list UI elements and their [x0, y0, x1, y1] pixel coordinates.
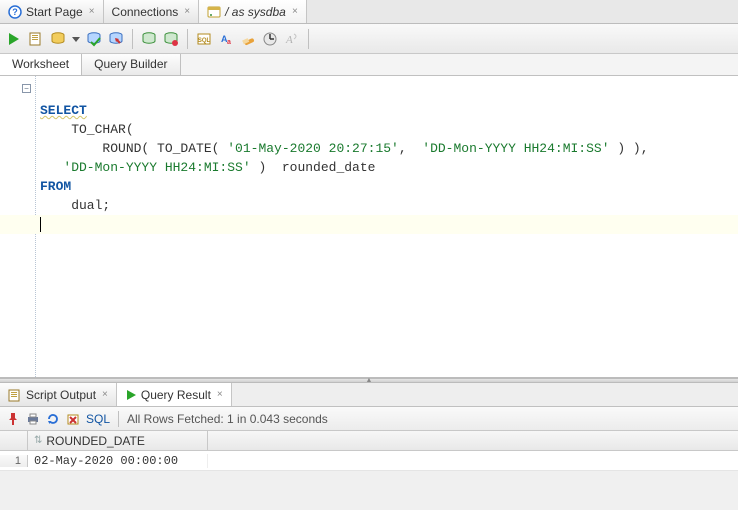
separator	[308, 29, 309, 49]
keyword: FROM	[40, 179, 71, 194]
dropdown-icon[interactable]	[72, 31, 80, 47]
worksheet-sub-tabs: Worksheet Query Builder	[0, 54, 738, 76]
svg-text:?: ?	[12, 7, 18, 17]
tab-label: Connections	[112, 5, 179, 19]
rollback-button[interactable]	[108, 31, 124, 47]
code-text: ROUND( TO_DATE(	[40, 141, 227, 156]
help-icon: ?	[8, 5, 22, 19]
result-tab-bar: Script Output × Query Result ×	[0, 383, 738, 407]
tab-script-output[interactable]: Script Output ×	[0, 383, 117, 406]
code-text: ) ),	[610, 141, 649, 156]
script-output-icon	[8, 388, 22, 402]
close-icon[interactable]: ×	[89, 6, 95, 17]
string-literal: 'DD-Mon-YYYY HH24:MI:SS'	[40, 160, 251, 175]
close-icon[interactable]: ×	[217, 389, 223, 400]
pin-button[interactable]	[6, 412, 20, 426]
sql-tuning-button[interactable]	[262, 31, 278, 47]
tab-label: Query Result	[141, 388, 211, 402]
tab-connections[interactable]: Connections ×	[104, 0, 200, 23]
separator	[132, 29, 133, 49]
sql-link[interactable]: SQL	[86, 412, 110, 426]
refresh-button[interactable]	[46, 412, 60, 426]
column-header[interactable]: ⇅ ROUNDED_DATE	[28, 431, 208, 450]
editor-toolbar: SQL Aa A	[0, 24, 738, 54]
keyword: SELECT	[40, 103, 87, 118]
run-script-button[interactable]	[28, 31, 44, 47]
cell-value[interactable]: 02-May-2020 00:00:00	[28, 454, 208, 468]
play-icon	[125, 389, 137, 401]
format-button[interactable]: A	[284, 31, 300, 47]
string-literal: '01-May-2020 20:27:15'	[227, 141, 399, 156]
run-button[interactable]	[6, 31, 22, 47]
sub-tab-query-builder[interactable]: Query Builder	[82, 54, 180, 75]
row-number: 1	[0, 455, 28, 467]
svg-text:SQL: SQL	[198, 38, 211, 44]
sort-icon: ⇅	[34, 435, 42, 446]
code-text: TO_CHAR(	[40, 122, 134, 137]
close-icon[interactable]: ×	[292, 6, 298, 17]
svg-text:A: A	[285, 34, 293, 46]
close-icon[interactable]: ×	[102, 389, 108, 400]
to-upper-lower-button[interactable]: Aa	[218, 31, 234, 47]
string-literal: 'DD-Mon-YYYY HH24:MI:SS'	[422, 141, 609, 156]
text-caret	[40, 217, 41, 232]
tab-label: / as sysdba	[225, 5, 286, 19]
sql-editor[interactable]: − SELECT TO_CHAR( ROUND( TO_DATE( '01-Ma…	[0, 76, 738, 378]
print-button[interactable]	[26, 412, 40, 426]
tab-as-sysdba[interactable]: / as sysdba ×	[199, 0, 307, 23]
tab-query-result[interactable]: Query Result ×	[117, 383, 232, 406]
code-area[interactable]: SELECT TO_CHAR( ROUND( TO_DATE( '01-May-…	[40, 82, 734, 234]
code-text: ,	[399, 141, 422, 156]
sql-history-button[interactable]: SQL	[196, 31, 212, 47]
result-grid: ⇅ ROUNDED_DATE 1 02-May-2020 00:00:00	[0, 431, 738, 471]
top-tab-bar: ? Start Page × Connections × / as sysdba…	[0, 0, 738, 24]
code-text: dual;	[40, 198, 110, 213]
status-text: All Rows Fetched: 1 in 0.043 seconds	[127, 412, 328, 426]
delete-button[interactable]	[66, 412, 80, 426]
clear-button[interactable]	[240, 31, 256, 47]
tab-label: Script Output	[26, 388, 96, 402]
column-label: ROUNDED_DATE	[46, 434, 144, 448]
commit-button[interactable]	[86, 31, 102, 47]
grid-header-row: ⇅ ROUNDED_DATE	[0, 431, 738, 451]
separator	[118, 411, 119, 427]
result-toolbar: SQL All Rows Fetched: 1 in 0.043 seconds	[0, 407, 738, 431]
svg-text:a: a	[227, 39, 231, 46]
unshared-worksheet-button[interactable]	[141, 31, 157, 47]
sub-tab-worksheet[interactable]: Worksheet	[0, 54, 82, 75]
explain-plan-button[interactable]	[50, 31, 66, 47]
table-row[interactable]: 1 02-May-2020 00:00:00	[0, 451, 738, 471]
rownum-header	[0, 431, 28, 450]
separator	[187, 29, 188, 49]
code-text: ) rounded_date	[251, 160, 376, 175]
fold-toggle-icon[interactable]: −	[22, 84, 31, 93]
sql-worksheet-icon	[207, 5, 221, 19]
tab-start-page[interactable]: ? Start Page ×	[0, 0, 104, 23]
unshared-worksheet-button-2[interactable]	[163, 31, 179, 47]
close-icon[interactable]: ×	[184, 6, 190, 17]
tab-label: Start Page	[26, 5, 83, 19]
